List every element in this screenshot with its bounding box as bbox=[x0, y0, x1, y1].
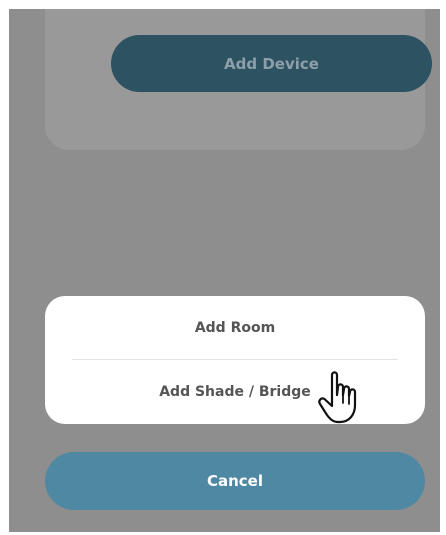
background-card: Add Device bbox=[45, 9, 432, 150]
cancel-button[interactable]: Cancel bbox=[45, 452, 425, 510]
add-room-option[interactable]: Add Room bbox=[45, 296, 425, 359]
add-shade-bridge-option[interactable]: Add Shade / Bridge bbox=[45, 360, 425, 423]
add-device-button[interactable]: Add Device bbox=[111, 35, 432, 92]
app-screen: Add Device Add Room Add Shade / Bridge C… bbox=[9, 9, 440, 532]
action-sheet: Add Room Add Shade / Bridge bbox=[45, 296, 425, 424]
